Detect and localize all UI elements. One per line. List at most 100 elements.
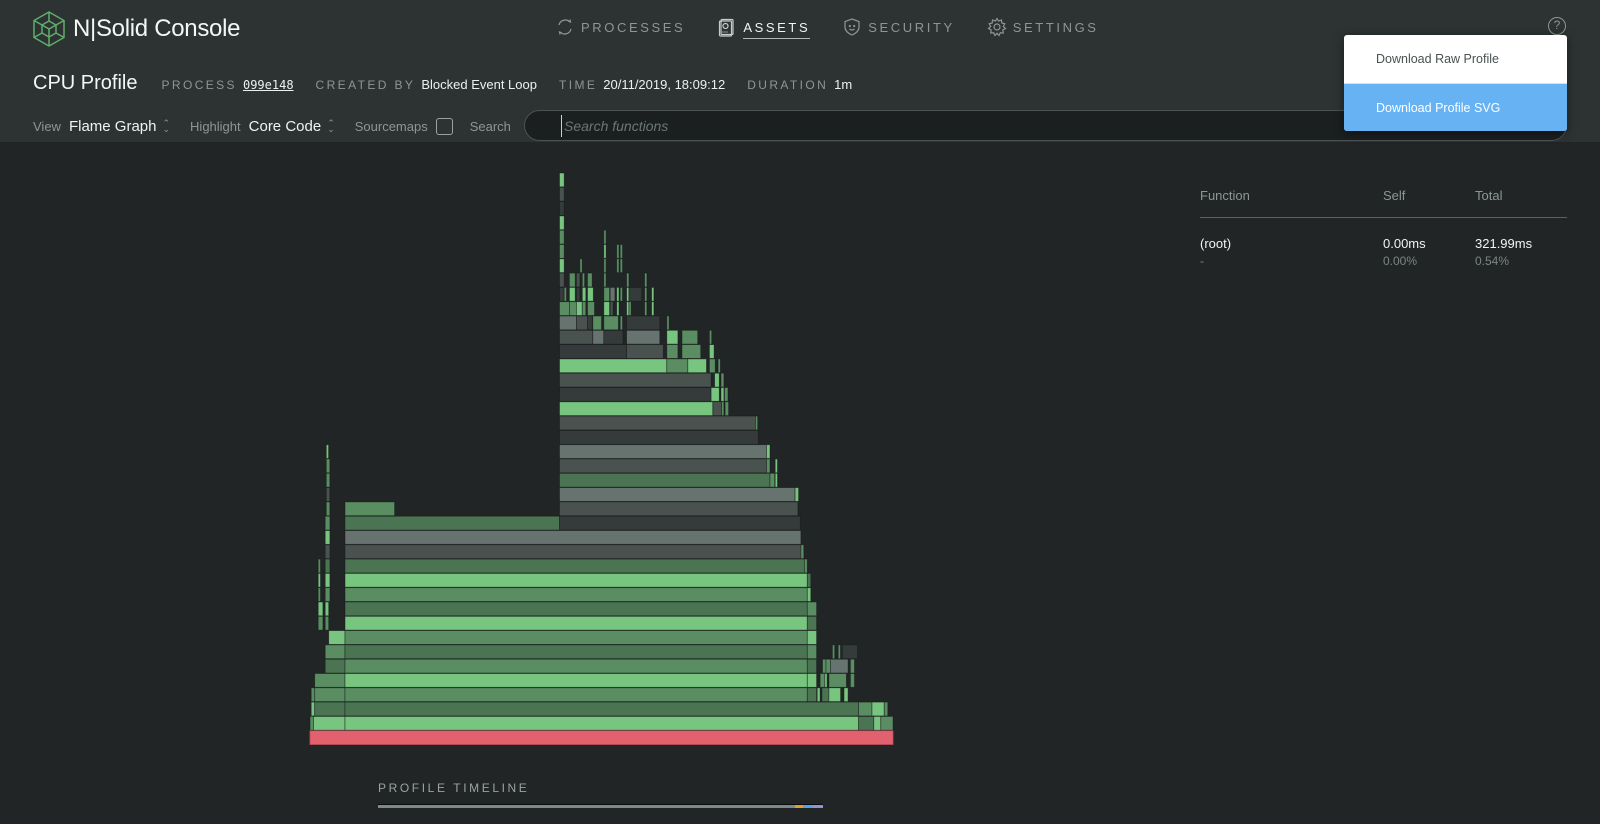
flame-frame[interactable]: [587, 315, 593, 331]
flame-frame[interactable]: [806, 601, 817, 617]
flame-frame[interactable]: [825, 658, 832, 674]
flame-frame[interactable]: [619, 244, 623, 259]
flame-frame[interactable]: [310, 701, 316, 717]
flame-frame[interactable]: [806, 658, 817, 674]
flame-frame[interactable]: [317, 572, 321, 588]
flame-frame[interactable]: [559, 215, 565, 231]
flame-frame[interactable]: [709, 329, 713, 345]
flame-frame[interactable]: [666, 358, 689, 374]
flame-frame[interactable]: [344, 530, 802, 545]
flame-frame[interactable]: [325, 472, 331, 488]
flame-frame-root[interactable]: [309, 730, 894, 745]
flame-frame[interactable]: [806, 615, 817, 631]
flame-frame[interactable]: [344, 501, 395, 517]
flame-frame[interactable]: [324, 572, 331, 588]
flame-frame[interactable]: [344, 701, 859, 717]
flame-frame[interactable]: [871, 701, 885, 717]
flame-frame[interactable]: [559, 358, 668, 374]
flame-frame[interactable]: [619, 258, 623, 274]
flame-frame[interactable]: [559, 244, 565, 259]
help-icon[interactable]: ?: [1548, 17, 1566, 35]
flame-frame[interactable]: [559, 372, 712, 388]
flame-frame[interactable]: [587, 272, 593, 288]
flame-frame[interactable]: [559, 444, 767, 459]
flame-frame[interactable]: [559, 201, 565, 216]
flame-frame[interactable]: [325, 487, 331, 502]
flame-frame[interactable]: [628, 301, 632, 316]
table-row[interactable]: (root) - 0.00ms 0.00% 321.99ms 0.54%: [1200, 218, 1567, 268]
flame-frame[interactable]: [344, 687, 808, 702]
view-select[interactable]: Flame Graph ⌃ ⌄: [69, 118, 170, 135]
flame-frame[interactable]: [344, 515, 560, 531]
nav-security[interactable]: SECURITY: [842, 16, 955, 38]
flame-frame[interactable]: [816, 687, 821, 702]
flame-frame[interactable]: [559, 286, 565, 302]
flame-frame[interactable]: [576, 301, 583, 316]
flame-frame[interactable]: [883, 701, 889, 717]
flame-frame[interactable]: [587, 301, 595, 316]
flame-frame[interactable]: [324, 544, 331, 559]
flame-frame[interactable]: [806, 572, 812, 588]
highlight-select[interactable]: Core Code ⌃ ⌄: [249, 118, 335, 135]
flame-frame[interactable]: [681, 329, 699, 345]
flame-frame[interactable]: [806, 644, 817, 660]
flame-frame[interactable]: [822, 658, 827, 674]
flame-frame[interactable]: [569, 272, 576, 288]
flame-frame[interactable]: [681, 344, 702, 359]
flame-frame[interactable]: [824, 673, 828, 688]
flame-frame[interactable]: [843, 687, 849, 702]
flame-frame[interactable]: [766, 458, 771, 474]
flame-frame[interactable]: [603, 301, 610, 316]
flame-frame[interactable]: [309, 716, 314, 731]
flame-frame[interactable]: [804, 558, 808, 574]
flame-frame[interactable]: [324, 615, 330, 631]
flame-frame[interactable]: [609, 286, 616, 302]
flame-frame[interactable]: [317, 601, 324, 617]
flame-frame[interactable]: [720, 372, 725, 388]
flame-frame[interactable]: [720, 387, 725, 402]
flame-frame[interactable]: [626, 315, 661, 331]
flame-frame[interactable]: [325, 501, 331, 517]
flame-frame[interactable]: [559, 186, 565, 202]
flame-frame[interactable]: [644, 301, 648, 316]
flame-frame[interactable]: [324, 601, 330, 617]
flame-frame[interactable]: [559, 301, 570, 316]
flame-frame[interactable]: [344, 615, 808, 631]
nav-processes[interactable]: PROCESSES: [555, 16, 685, 38]
flame-frame[interactable]: [579, 258, 583, 274]
flame-frame[interactable]: [616, 301, 620, 316]
flame-frame[interactable]: [569, 286, 576, 302]
flame-frame[interactable]: [324, 658, 346, 674]
flame-frame[interactable]: [344, 572, 808, 588]
download-raw-profile-item[interactable]: Download Raw Profile: [1344, 35, 1567, 83]
flame-frame[interactable]: [830, 658, 849, 674]
flame-frame[interactable]: [841, 644, 858, 660]
flame-frame[interactable]: [666, 329, 679, 345]
flame-frame[interactable]: [559, 387, 712, 402]
flame-frame[interactable]: [559, 344, 627, 359]
flame-frame[interactable]: [766, 444, 771, 459]
flame-frame[interactable]: [344, 673, 808, 688]
flame-frame[interactable]: [651, 301, 655, 316]
flame-frame[interactable]: [626, 272, 630, 288]
flame-frame[interactable]: [344, 544, 802, 559]
flame-frame[interactable]: [666, 315, 670, 331]
flame-frame[interactable]: [313, 716, 346, 731]
flame-frame[interactable]: [559, 515, 801, 531]
flame-frame[interactable]: [828, 687, 842, 702]
flame-frame[interactable]: [603, 286, 610, 302]
flame-frame[interactable]: [344, 716, 859, 731]
flame-frame[interactable]: [559, 258, 565, 274]
flame-frame[interactable]: [317, 558, 321, 574]
flame-frame[interactable]: [576, 272, 581, 288]
flame-frame[interactable]: [616, 286, 620, 302]
flame-frame[interactable]: [626, 344, 664, 359]
flame-frame[interactable]: [880, 716, 894, 731]
flame-frame[interactable]: [559, 229, 565, 245]
flame-frame[interactable]: [314, 673, 346, 688]
flame-frame[interactable]: [569, 301, 577, 316]
flame-frame[interactable]: [603, 258, 607, 274]
flame-frame[interactable]: [314, 701, 346, 717]
flame-frame[interactable]: [774, 472, 778, 488]
flame-frame[interactable]: [328, 630, 346, 645]
